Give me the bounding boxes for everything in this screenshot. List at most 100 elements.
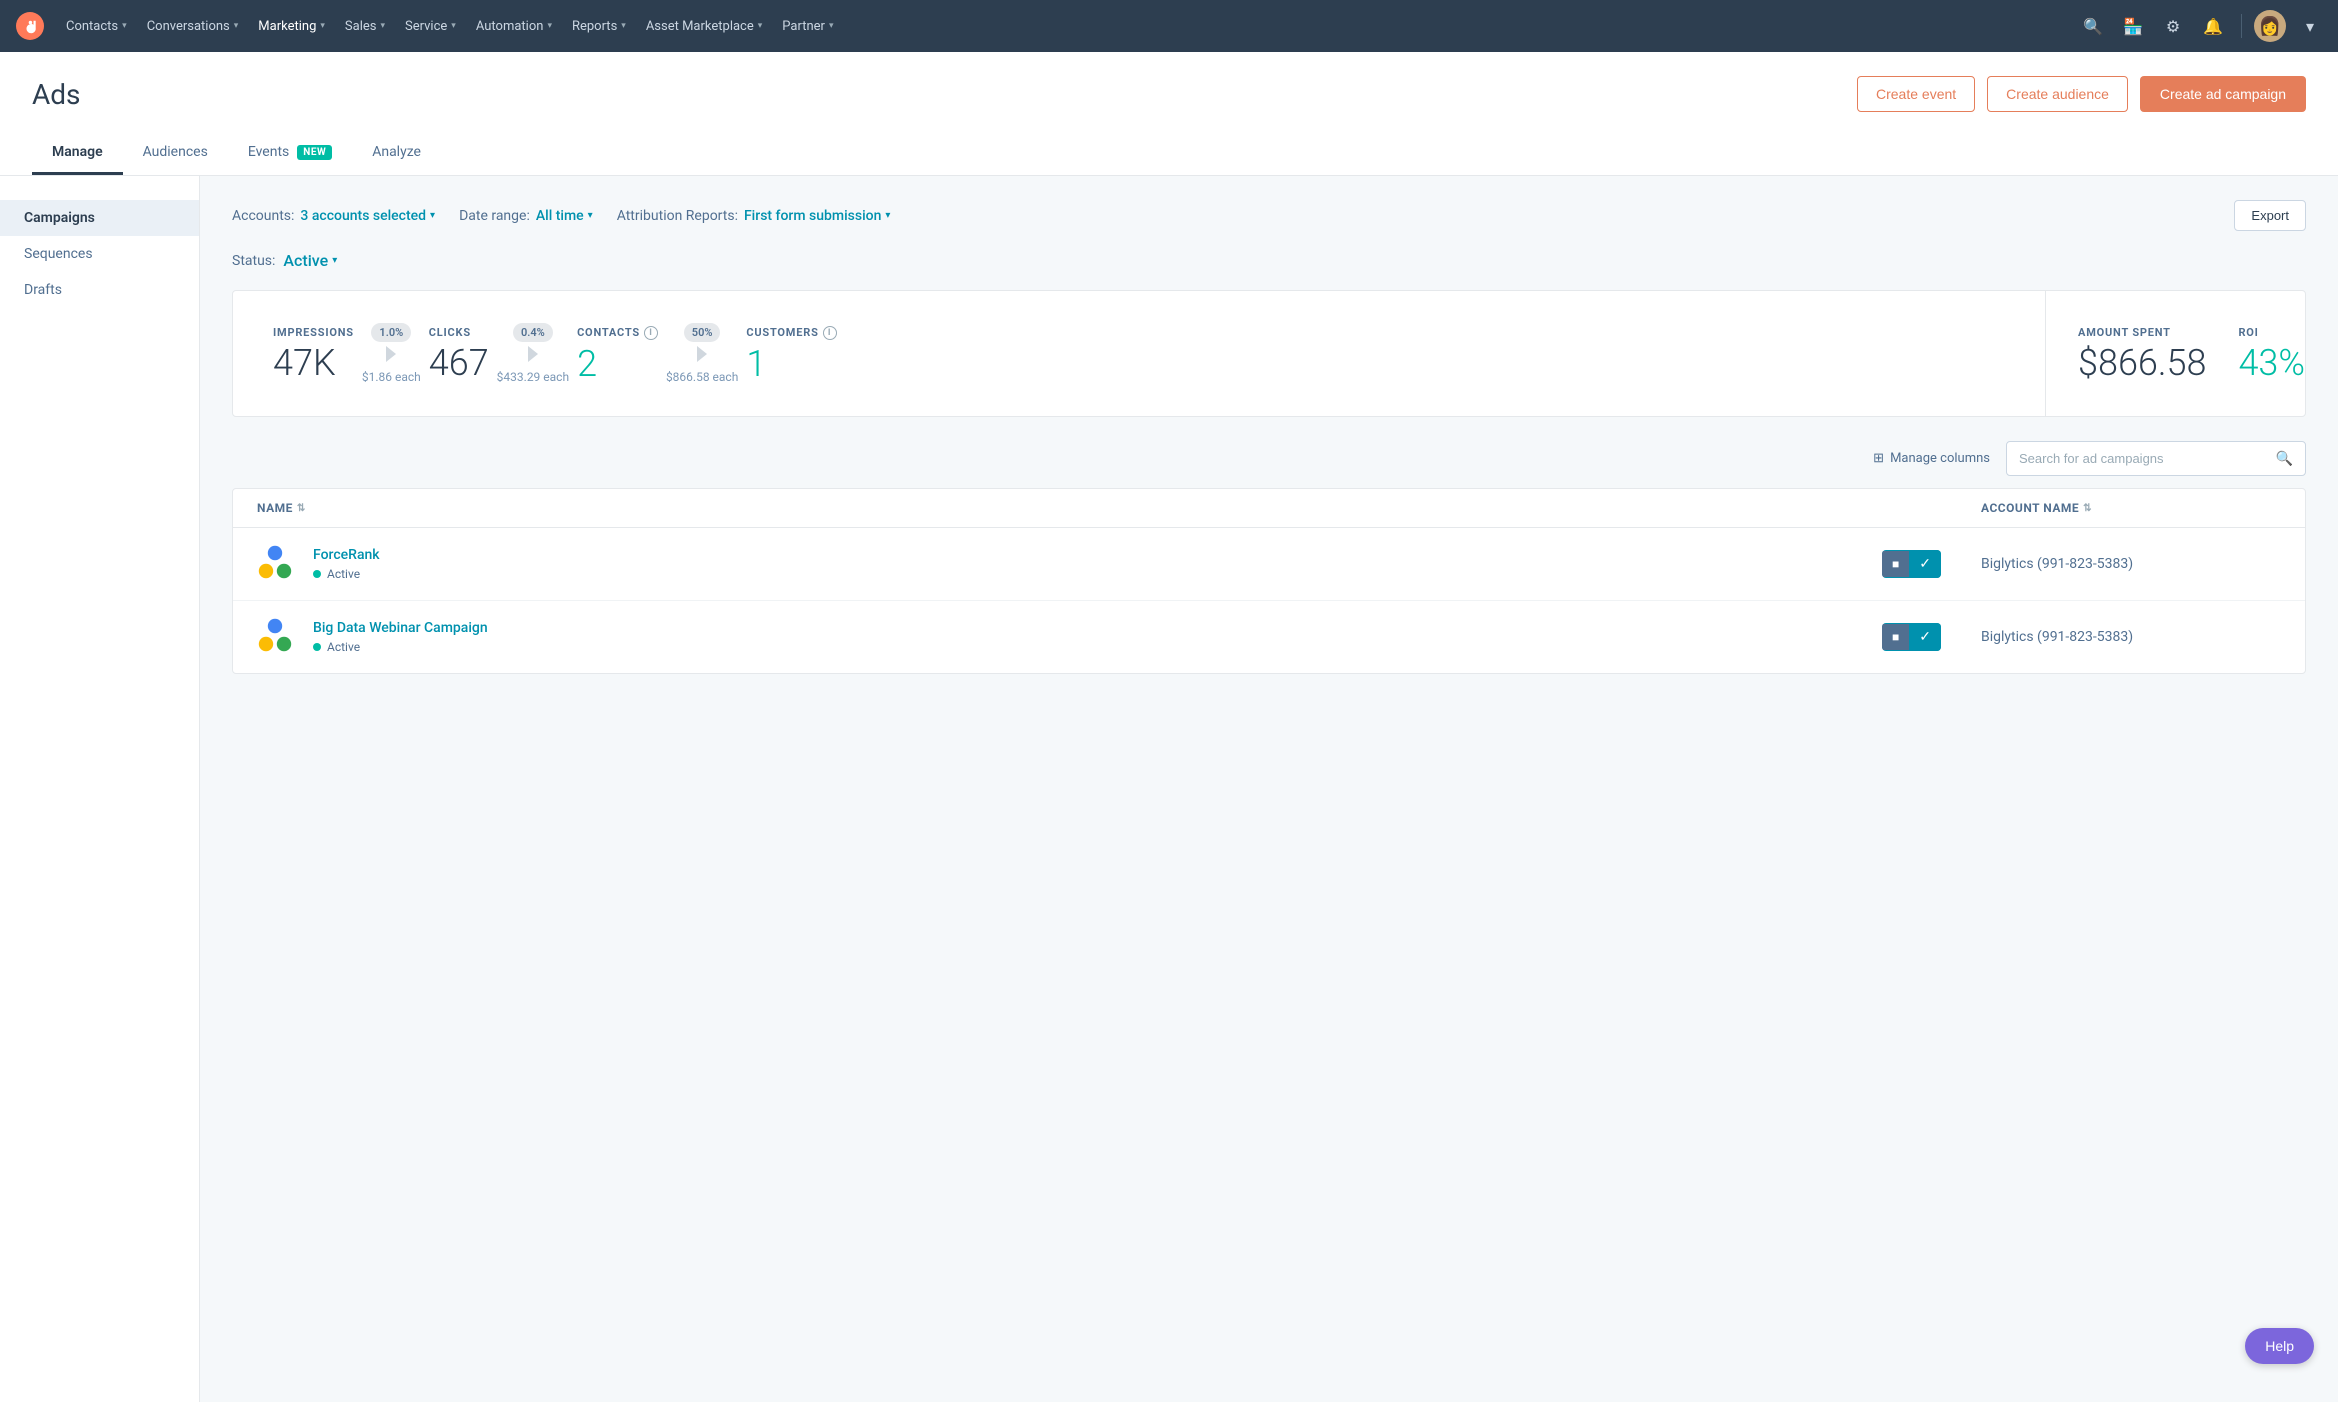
sidebar-item-campaigns[interactable]: Campaigns (0, 200, 199, 236)
amount-spent-value: $866.58 (2078, 345, 2206, 381)
status-text: Active (327, 640, 360, 654)
customers-stat: CUSTOMERS i 1 (746, 326, 836, 382)
nav-item-reports[interactable]: Reports ▾ (562, 0, 636, 52)
connector1-pct: 1.0% (371, 323, 411, 342)
nav-item-partner[interactable]: Partner ▾ (772, 0, 843, 52)
column-header-account: ACCOUNT NAME ⇅ (1981, 501, 2281, 515)
campaign-toggle[interactable]: ■ ✓ (1882, 623, 1941, 651)
toggle-on[interactable]: ✓ (1909, 623, 1941, 651)
sidebar-item-drafts[interactable]: Drafts (0, 272, 199, 308)
toggle-switch[interactable]: ■ ✓ (1882, 550, 1941, 578)
toggle-off[interactable]: ■ (1882, 624, 1909, 650)
attribution-chevron-icon: ▾ (885, 210, 890, 221)
date-range-chevron-icon: ▾ (588, 210, 593, 221)
avatar[interactable]: 👩 (2254, 10, 2286, 42)
connector-clicks-contacts: 0.4% $433.29 each (497, 323, 569, 384)
nav-item-automation[interactable]: Automation ▾ (466, 0, 562, 52)
notifications-icon[interactable]: 🔔 (2197, 10, 2229, 42)
table-header: NAME ⇅ ACCOUNT NAME ⇅ (233, 489, 2305, 528)
nav-item-sales[interactable]: Sales ▾ (335, 0, 395, 52)
date-range-value-button[interactable]: All time ▾ (536, 208, 593, 224)
nav-item-asset-marketplace[interactable]: Asset Marketplace ▾ (636, 0, 772, 52)
tab-manage[interactable]: Manage (32, 132, 123, 175)
create-audience-button[interactable]: Create audience (1987, 76, 2128, 112)
sidebar: Campaigns Sequences Drafts (0, 176, 200, 1402)
clicks-label: CLICKS (429, 326, 471, 339)
contacts-label: CONTACTS i (577, 326, 658, 340)
tabs: Manage Audiences Events NEW Analyze (32, 132, 2306, 175)
customers-value: 1 (746, 346, 766, 382)
amount-spent-stat: AMOUNT SPENT $866.58 (2078, 326, 2206, 381)
create-ad-campaign-button[interactable]: Create ad campaign (2140, 76, 2306, 112)
contacts-value: 2 (577, 346, 597, 382)
nav-divider (2241, 14, 2242, 38)
marketplace-icon[interactable]: 🏪 (2117, 10, 2149, 42)
attribution-filter: Attribution Reports: First form submissi… (617, 208, 891, 224)
stats-panel: IMPRESSIONS 47K 1.0% $1.86 each CLICKS 4… (232, 290, 2306, 417)
sort-icon-name[interactable]: ⇅ (297, 503, 306, 514)
nav-item-conversations[interactable]: Conversations ▾ (137, 0, 249, 52)
status-active-dot (313, 570, 321, 578)
help-button[interactable]: Help (2245, 1328, 2314, 1364)
table-row: ForceRank Active ■ ✓ Biglytics (991-823-… (233, 528, 2305, 601)
impressions-stat: IMPRESSIONS 47K (273, 326, 354, 381)
campaign-logo (257, 617, 297, 657)
chevron-down-icon: ▾ (758, 21, 763, 31)
sort-icon-account[interactable]: ⇅ (2083, 503, 2092, 514)
nav-item-contacts[interactable]: Contacts ▾ (56, 0, 137, 52)
campaign-name[interactable]: Big Data Webinar Campaign (313, 620, 1882, 636)
status-label: Status: (232, 253, 275, 269)
filters-bar: Accounts: 3 accounts selected ▾ Date ran… (232, 200, 2306, 231)
chevron-down-icon: ▾ (547, 21, 552, 31)
attribution-label: Attribution Reports: (617, 208, 738, 224)
toggle-switch[interactable]: ■ ✓ (1882, 623, 1941, 651)
table-row: Big Data Webinar Campaign Active ■ ✓ Big… (233, 601, 2305, 673)
hubspot-logo[interactable] (12, 8, 48, 44)
page-header: Ads Create event Create audience Create … (0, 52, 2338, 176)
tab-events[interactable]: Events NEW (228, 132, 352, 175)
nav-item-marketing[interactable]: Marketing ▾ (248, 0, 335, 52)
campaign-name[interactable]: ForceRank (313, 547, 1882, 563)
search-icon[interactable]: 🔍 (2077, 10, 2109, 42)
roi-value: 43% (2238, 345, 2305, 381)
tab-audiences[interactable]: Audiences (123, 132, 228, 175)
connector-contacts-customers: 50% $866.58 each (666, 323, 738, 384)
tab-analyze[interactable]: Analyze (352, 132, 441, 175)
campaign-account: Biglytics (991-823-5383) (1981, 629, 2281, 645)
top-navigation: Contacts ▾ Conversations ▾ Marketing ▾ S… (0, 0, 2338, 52)
nav-item-service[interactable]: Service ▾ (395, 0, 466, 52)
export-button[interactable]: Export (2234, 200, 2306, 231)
customers-info-icon: i (823, 326, 837, 340)
accounts-chevron-icon: ▾ (430, 210, 435, 221)
accounts-value-button[interactable]: 3 accounts selected ▾ (300, 208, 435, 224)
new-badge: NEW (297, 145, 332, 160)
account-chevron-icon[interactable]: ▾ (2294, 10, 2326, 42)
checkmark-icon: ✓ (1919, 556, 1931, 572)
attribution-value-button[interactable]: First form submission ▾ (744, 208, 890, 224)
manage-columns-button[interactable]: ⊞ Manage columns (1873, 451, 1990, 466)
status-text: Active (327, 567, 360, 581)
sidebar-item-sequences[interactable]: Sequences (0, 236, 199, 272)
date-range-filter: Date range: All time ▾ (459, 208, 593, 224)
campaign-toggle[interactable]: ■ ✓ (1882, 550, 1941, 578)
impressions-label: IMPRESSIONS (273, 326, 354, 339)
chevron-down-icon: ▾ (122, 21, 127, 31)
page-title: Ads (32, 78, 81, 111)
toggle-off[interactable]: ■ (1882, 551, 1909, 577)
contacts-stat: CONTACTS i 2 (577, 326, 658, 382)
page-header-top: Ads Create event Create audience Create … (32, 76, 2306, 112)
create-event-button[interactable]: Create event (1857, 76, 1975, 112)
chevron-down-icon: ▾ (234, 21, 239, 31)
campaigns-table: NAME ⇅ ACCOUNT NAME ⇅ F (232, 488, 2306, 674)
clicks-stat: CLICKS 467 (429, 326, 489, 381)
search-input[interactable] (2019, 442, 2276, 475)
header-actions: Create event Create audience Create ad c… (1857, 76, 2306, 112)
connector2-cost: $433.29 each (497, 370, 569, 384)
status-filter: Status: Active ▾ (232, 251, 2306, 270)
status-active-dot (313, 643, 321, 651)
settings-icon[interactable]: ⚙ (2157, 10, 2189, 42)
connector2-pct: 0.4% (513, 323, 553, 342)
status-value-button[interactable]: Active ▾ (283, 251, 337, 270)
toggle-on[interactable]: ✓ (1909, 550, 1941, 578)
chevron-down-icon: ▾ (451, 21, 456, 31)
